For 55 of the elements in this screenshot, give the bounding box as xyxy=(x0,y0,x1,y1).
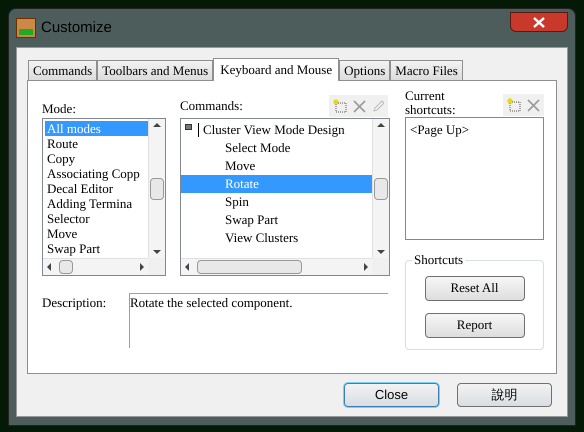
horizontal-scrollbar[interactable] xyxy=(43,258,148,275)
vertical-scrollbar[interactable] xyxy=(372,119,389,258)
mode-item[interactable]: Adding Termina xyxy=(45,196,148,211)
mode-item[interactable]: Associating Copp xyxy=(45,166,148,181)
mode-item[interactable]: Move xyxy=(45,226,148,241)
tree-line xyxy=(198,123,199,137)
description-box: Rotate the selected component. xyxy=(129,293,388,348)
dialog-button[interactable]: 說明 xyxy=(457,383,552,407)
scroll-thumb[interactable] xyxy=(150,178,164,200)
new-item-icon[interactable] xyxy=(507,98,521,112)
scroll-thumb[interactable] xyxy=(197,260,302,274)
command-item[interactable]: Select Mode xyxy=(225,138,290,158)
vertical-scrollbar[interactable] xyxy=(148,119,165,258)
mode-item[interactable]: Copy xyxy=(45,151,148,166)
dialog-button[interactable]: Close xyxy=(344,383,439,407)
up-arrow-icon[interactable] xyxy=(377,123,385,127)
tab[interactable]: Macro Files xyxy=(390,60,463,80)
group-button[interactable]: Report xyxy=(424,312,524,338)
scroll-thumb[interactable] xyxy=(374,178,388,200)
left-arrow-icon[interactable] xyxy=(47,263,51,271)
tab[interactable]: Keyboard and Mouse xyxy=(213,58,340,81)
mode-item[interactable]: Route xyxy=(45,136,148,151)
tab[interactable]: Commands xyxy=(28,60,98,80)
mode-item[interactable]: Swap Part xyxy=(45,241,148,256)
right-arrow-icon[interactable] xyxy=(140,263,144,271)
app-logo-icon xyxy=(16,18,36,38)
command-item[interactable]: Spin xyxy=(225,192,249,212)
mode-item[interactable]: Selector xyxy=(45,211,148,226)
scrollbar-corner xyxy=(148,258,165,275)
group-button[interactable]: Reset All xyxy=(424,276,524,300)
commands-label: Commands: xyxy=(180,99,243,115)
mode-label: Mode: xyxy=(42,100,77,117)
description-label: Description: xyxy=(42,294,108,312)
mode-item[interactable]: Decal Editor xyxy=(45,181,148,196)
right-arrow-icon[interactable] xyxy=(364,263,368,271)
command-item[interactable]: Cluster View Mode Design xyxy=(203,120,345,140)
new-item-icon[interactable] xyxy=(333,99,347,113)
close-icon xyxy=(533,16,545,28)
command-item[interactable]: Move xyxy=(225,156,256,176)
command-item[interactable]: Swap Part xyxy=(225,210,278,230)
down-arrow-icon[interactable] xyxy=(377,250,385,254)
close-button[interactable] xyxy=(510,12,568,32)
scrollbar-corner xyxy=(372,258,389,275)
command-item[interactable]: View Clusters xyxy=(225,228,298,248)
left-arrow-icon[interactable] xyxy=(185,263,189,271)
window-title: Customize xyxy=(41,18,112,38)
scroll-thumb[interactable] xyxy=(59,260,73,274)
folder-icon xyxy=(185,124,192,130)
tab[interactable]: Options xyxy=(339,60,390,80)
shortcut-item[interactable]: <Page Up> xyxy=(410,120,543,140)
horizontal-scrollbar[interactable] xyxy=(181,258,372,275)
current-shortcuts-label: Current shortcuts: xyxy=(405,89,457,117)
up-arrow-icon[interactable] xyxy=(153,123,161,127)
down-arrow-icon[interactable] xyxy=(153,250,161,254)
tab[interactable]: Toolbars and Menus xyxy=(97,60,214,80)
